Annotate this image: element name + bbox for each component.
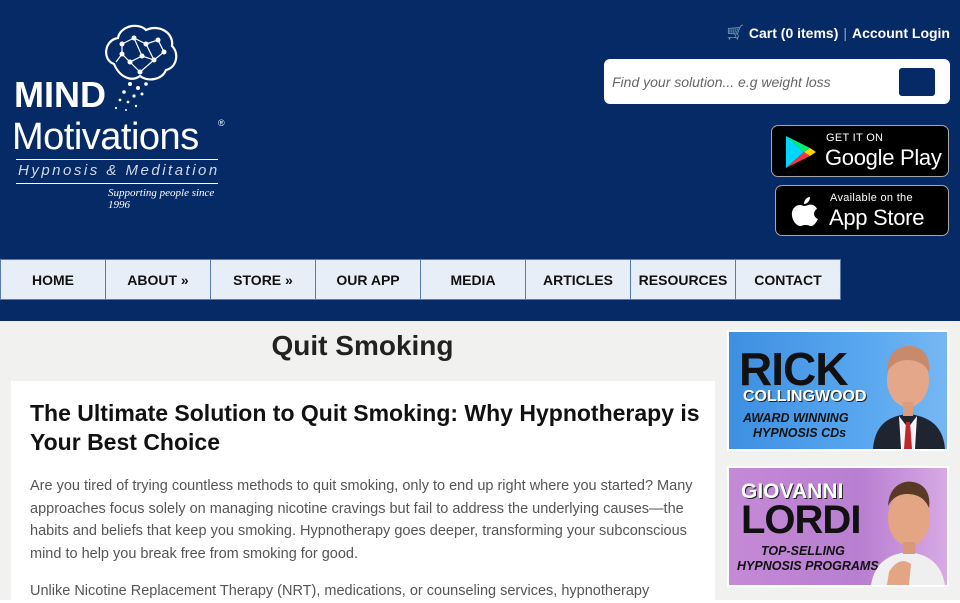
page-title: Quit Smoking [271,330,454,361]
search-input[interactable] [612,59,882,104]
google-play-small-text: GET IT ON [826,132,884,144]
nav-item-store[interactable]: STORE » [211,259,316,300]
registered-mark: ® [218,118,225,128]
main-nav: HOME ABOUT » STORE » OUR APP MEDIA ARTIC… [0,259,960,300]
article-paragraph: Are you tired of trying countless method… [30,478,693,562]
ad-tagline: HYPNOSIS CDs [753,426,847,440]
nav-item-resources[interactable]: RESOURCES [631,259,736,300]
cart-link[interactable]: Cart (0 items) [749,25,838,41]
app-store-badge[interactable]: Available on the App Store [775,185,949,236]
search-button[interactable] [899,68,935,96]
logo-since: Supporting people since 1996 [108,187,215,211]
brain-icon [105,24,178,111]
ad-tagline: TOP-SELLING [761,544,845,558]
app-store-big-text: App Store [829,205,925,230]
ad-name-big: LORDI [741,498,861,542]
site-logo[interactable]: MIND Motivations ® Hypnosis & Meditation… [12,22,232,211]
apple-icon [791,197,818,227]
search-box [604,59,950,104]
nav-item-about[interactable]: ABOUT » [106,259,211,300]
logo-divider [16,159,218,160]
cart-icon[interactable]: 🛒 [726,24,743,41]
logo-divider [16,183,218,184]
article-heading: The Ultimate Solution to Quit Smoking: W… [30,400,700,455]
account-login-link[interactable]: Account Login [852,25,950,41]
ad-name-small: COLLINGWOOD [743,388,867,405]
google-play-badge[interactable]: GET IT ON Google Play [771,125,949,177]
logo-mind-text: MIND [14,74,106,115]
ad-tagline: AWARD WINNING [743,411,849,425]
article-card: The Ultimate Solution to Quit Smoking: W… [11,381,715,600]
nav-item-media[interactable]: MEDIA [421,259,526,300]
giovanni-lordi-ad[interactable]: GIOVANNI LORDI TOP-SELLING HYPNOSIS PROG… [729,468,947,585]
separator: | [843,24,847,41]
logo-motivations-text: Motivations [12,116,199,158]
google-play-big-text: Google Play [825,145,942,170]
nav-item-our-app[interactable]: OUR APP [316,259,421,300]
nav-item-articles[interactable]: ARTICLES [526,259,631,300]
google-play-icon [786,136,816,168]
nav-item-home[interactable]: HOME [0,259,106,300]
top-links: 🛒 Cart (0 items) | Account Login [726,24,950,41]
article-paragraph: Unlike Nicotine Replacement Therapy (NRT… [30,583,650,599]
presenter-photo [873,346,945,449]
presenter-photo [871,481,945,585]
app-store-small-text: Available on the [830,192,913,204]
logo-tagline: Hypnosis & Meditation [18,162,220,179]
ad-tagline: HYPNOSIS PROGRAMS [737,559,879,573]
rick-collingwood-ad[interactable]: RICK COLLINGWOOD AWARD WINNING HYPNOSIS … [729,332,947,449]
nav-item-contact[interactable]: CONTACT [736,259,841,300]
